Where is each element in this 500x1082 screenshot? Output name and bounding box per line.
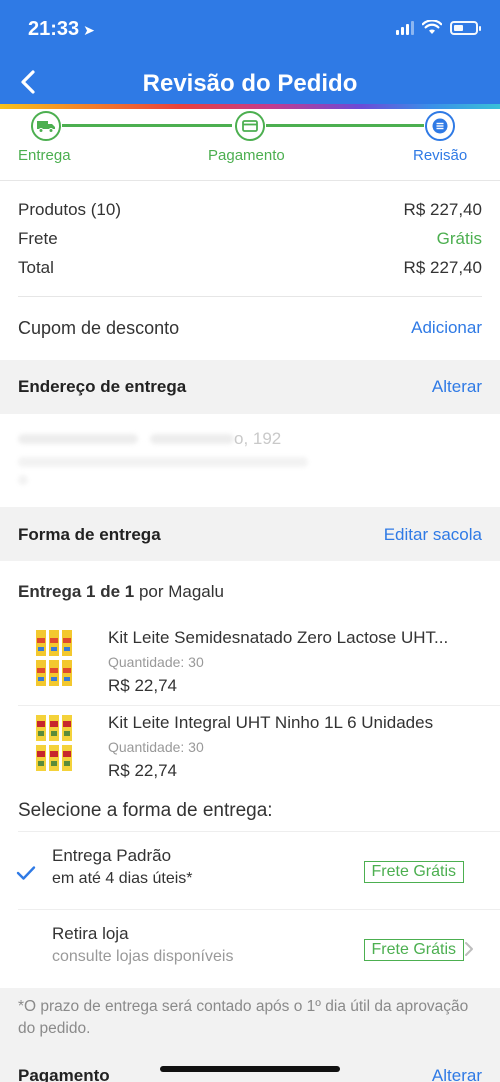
step-connector [62, 124, 232, 127]
step-label-revisao: Revisão [413, 147, 468, 164]
list-icon [432, 118, 448, 134]
product-name: Kit Leite Semidesnatado Zero Lactose UHT… [108, 628, 449, 647]
location-icon: ➤ [83, 22, 95, 38]
battery-icon [450, 20, 481, 35]
payment-change-link[interactable]: Alterar [432, 1066, 482, 1082]
option-title: Retira loja [52, 924, 129, 943]
step-connector [266, 124, 424, 127]
shipping-option-pickup[interactable]: Retira loja consulte lojas disponíveis F… [0, 910, 500, 988]
products-label: Produtos (10) [18, 200, 121, 219]
coupon-add-link[interactable]: Adicionar [411, 318, 482, 339]
summary-total-row: Total R$ 227,40 [18, 258, 482, 278]
product-item[interactable]: Kit Leite Semidesnatado Zero Lactose UHT… [0, 624, 500, 704]
summary-shipping-row: Frete Grátis [18, 229, 482, 249]
free-shipping-badge: Frete Grátis [363, 939, 464, 961]
app-header: 21:33 ➤ Revisão do Pedido [0, 0, 500, 108]
product-name: Kit Leite Integral UHT Ninho 1L 6 Unidad… [108, 713, 434, 732]
product-item[interactable]: Kit Leite Integral UHT Ninho 1L 6 Unidad… [0, 709, 500, 789]
divider [18, 705, 500, 706]
product-price: R$ 22,74 [108, 761, 177, 780]
delivery-header: Forma de entrega Editar sacola [0, 507, 500, 561]
status-time: 21:33 ➤ [28, 18, 95, 41]
chevron-right-icon[interactable] [464, 941, 474, 957]
divider [18, 296, 482, 297]
option-subtitle: consulte lojas disponíveis [52, 948, 234, 965]
shipment-count: Entrega 1 de 1 [18, 582, 135, 601]
address-redacted [18, 475, 28, 485]
milk-box-image [36, 715, 72, 771]
signal-icon [396, 20, 414, 35]
address-title: Endereço de entrega [18, 377, 187, 396]
free-shipping-badge: Frete Grátis [363, 861, 464, 883]
product-quantity: Quantidade: 30 [108, 654, 204, 670]
option-subtitle: em até 4 dias úteis* [52, 870, 193, 887]
step-revisao[interactable] [425, 111, 455, 141]
checkmark-icon [16, 866, 36, 880]
step-pagamento[interactable] [235, 111, 265, 141]
divider [0, 180, 500, 181]
option-title: Entrega Padrão [52, 846, 172, 865]
checkout-stepper: Entrega Pagamento Revisão [0, 109, 500, 181]
edit-bag-link[interactable]: Editar sacola [384, 525, 482, 545]
shipment-seller: por Magalu [134, 582, 224, 601]
address-change-link[interactable]: Alterar [432, 377, 482, 397]
home-indicator[interactable] [160, 1066, 340, 1072]
delivery-title: Forma de entrega [18, 525, 161, 544]
shipping-option-standard[interactable]: Entrega Padrão em até 4 dias úteis* Fret… [0, 832, 500, 910]
summary-products-row: Produtos (10) R$ 227,40 [18, 200, 482, 220]
step-label-pagamento: Pagamento [208, 147, 285, 164]
address-line: o, 192 [234, 429, 282, 448]
delivery-note: *O prazo de entrega será contado após o … [18, 998, 469, 1037]
product-quantity: Quantidade: 30 [108, 739, 204, 755]
coupon-row[interactable]: Cupom de desconto Adicionar [18, 318, 482, 339]
products-value: R$ 227,40 [403, 200, 482, 219]
address-header: Endereço de entrega Alterar [0, 360, 500, 414]
shipping-label: Frete [18, 229, 58, 248]
address-redacted [18, 434, 138, 444]
total-value: R$ 227,40 [403, 258, 482, 277]
milk-box-image [36, 630, 72, 686]
total-label: Total [18, 258, 54, 277]
wifi-icon [422, 20, 442, 34]
payment-title: Pagamento [18, 1066, 110, 1082]
time-text: 21:33 [28, 18, 80, 40]
shipping-value: Grátis [436, 229, 482, 248]
shipment-info: Entrega 1 de 1 por Magalu [18, 582, 224, 602]
status-icons [396, 20, 481, 35]
shipping-options-heading: Selecione a forma de entrega: [18, 800, 273, 821]
page-title: Revisão do Pedido [142, 70, 358, 97]
step-entrega[interactable] [31, 111, 61, 141]
status-bar: 21:33 ➤ [0, 0, 500, 60]
truck-icon [37, 121, 55, 133]
card-icon [242, 120, 258, 132]
address-redacted [150, 434, 234, 444]
address-redacted [18, 457, 308, 467]
nav-bar: Revisão do Pedido [0, 60, 500, 106]
product-price: R$ 22,74 [108, 676, 177, 695]
coupon-label: Cupom de desconto [18, 318, 180, 338]
step-label-entrega: Entrega [18, 147, 71, 164]
